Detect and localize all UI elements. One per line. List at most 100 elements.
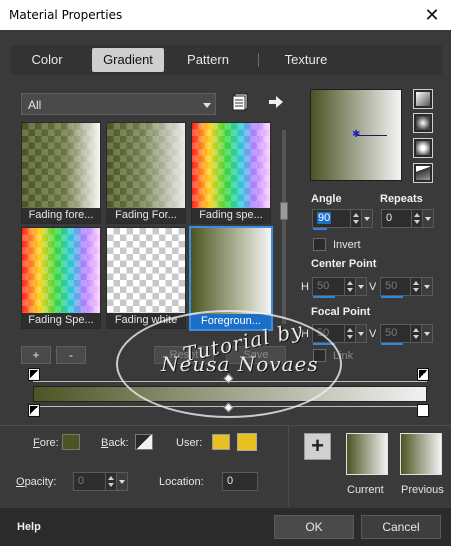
angle-field[interactable]: 90 — [312, 209, 373, 230]
gallery-item-label: Fading Spe... — [22, 313, 100, 328]
arrow-right-icon[interactable] — [268, 94, 284, 110]
gallery-item[interactable]: Fading For... — [106, 122, 186, 224]
angle-slider-bar — [313, 228, 327, 230]
window-title: Material Properties — [9, 8, 123, 22]
center-h-slider-bar — [313, 296, 335, 298]
location-field[interactable]: 0 — [222, 472, 258, 491]
scrollbar-thumb[interactable] — [280, 202, 288, 220]
rectangular-style-icon[interactable] — [413, 113, 433, 133]
linear-style-icon[interactable] — [413, 89, 433, 109]
angle-dropdown-button[interactable] — [361, 209, 373, 228]
user-swatch-large[interactable] — [237, 433, 257, 451]
center-v-value: 50 — [385, 280, 398, 292]
center-h-stepper[interactable] — [344, 278, 355, 295]
close-icon[interactable]: ✕ — [421, 4, 443, 26]
back-label: Back: — [101, 437, 129, 449]
sunburst-style-icon[interactable] — [413, 138, 433, 158]
gradient-swatch — [22, 228, 100, 314]
back-swatch[interactable] — [135, 434, 153, 450]
current-swatch[interactable] — [346, 433, 388, 475]
rectangular-style-swatch — [416, 116, 430, 130]
opacity-dropdown-button[interactable] — [116, 472, 128, 491]
previous-swatch[interactable] — [400, 433, 442, 475]
center-point-label: Center Point — [311, 258, 377, 270]
fore-label: Fore: — [33, 437, 59, 449]
gradient-gallery: Fading fore... Fading For... Fading spe.… — [21, 122, 275, 332]
center-v-dropdown-button[interactable] — [421, 277, 433, 296]
opacity-field[interactable]: 0 — [73, 472, 128, 491]
help-link[interactable]: Help — [17, 521, 41, 533]
title-bar: Material Properties ✕ — [0, 0, 451, 30]
current-label: Current — [347, 484, 384, 496]
tab-texture[interactable]: Texture — [272, 48, 340, 72]
gallery-item[interactable]: Fading Spe... — [21, 227, 101, 329]
scrollbar-track — [282, 130, 286, 324]
center-v-stepper[interactable] — [410, 278, 421, 295]
linear-style-swatch — [416, 92, 430, 106]
center-h-field[interactable]: 50 — [312, 277, 367, 298]
remove-stop-button[interactable]: - — [56, 346, 86, 364]
tab-separator — [258, 53, 259, 67]
color-stop-marker[interactable] — [417, 404, 429, 417]
gallery-item-label: Fading spe... — [192, 208, 270, 223]
invert-label: Invert — [333, 239, 361, 251]
angle-value: 90 — [317, 212, 332, 224]
cancel-button[interactable]: Cancel — [361, 515, 441, 539]
gallery-item[interactable]: Fading white — [106, 227, 186, 329]
chevron-down-icon — [203, 103, 211, 108]
center-v-label: V — [369, 281, 377, 293]
add-to-swatches-button[interactable]: + — [304, 433, 331, 460]
gallery-item[interactable]: Fading spe... — [191, 122, 271, 224]
focal-v-slider-bar — [381, 343, 403, 345]
gradient-swatch — [191, 228, 271, 316]
gradient-swatch — [192, 123, 270, 209]
invert-checkbox[interactable] — [313, 238, 326, 251]
focal-v-stepper[interactable] — [410, 325, 421, 342]
color-stop-marker[interactable] — [28, 404, 40, 417]
fore-swatch[interactable] — [62, 434, 80, 450]
resource-manager-icon[interactable] — [232, 93, 250, 111]
location-value: 0 — [227, 475, 234, 487]
opacity-value: 0 — [78, 475, 85, 487]
center-h-dropdown-button[interactable] — [355, 277, 367, 296]
opacity-stop-marker[interactable] — [28, 368, 40, 381]
focal-v-dropdown-button[interactable] — [421, 324, 433, 343]
gradient-swatch — [22, 123, 100, 209]
ok-button[interactable]: OK — [274, 515, 354, 539]
category-dropdown[interactable]: All — [21, 93, 216, 115]
angle-stepper[interactable] — [350, 210, 361, 227]
tab-gradient[interactable]: Gradient — [92, 48, 164, 72]
opacity-stop-marker[interactable] — [417, 368, 429, 381]
add-stop-button[interactable]: + — [21, 346, 51, 364]
watermark-line-2: Neusa Novaes — [161, 352, 319, 376]
radial-style-swatch — [416, 166, 430, 180]
repeats-field[interactable]: 0 — [381, 209, 434, 228]
center-v-field[interactable]: 50 — [380, 277, 433, 298]
gallery-item[interactable]: Fading fore... — [21, 122, 101, 224]
gallery-scrollbar[interactable] — [278, 122, 290, 332]
tab-bar: Color Gradient Pattern Texture — [10, 45, 442, 75]
opacity-label: Opacity: — [16, 476, 57, 488]
repeats-stepper[interactable] — [411, 210, 422, 227]
gradient-swatch — [107, 228, 185, 314]
opacity-stepper[interactable] — [105, 473, 116, 490]
center-h-value: 50 — [317, 280, 330, 292]
repeats-label: Repeats — [380, 193, 423, 205]
previous-label: Previous — [401, 484, 444, 496]
angle-handle-star-icon[interactable]: ✱ — [352, 130, 360, 140]
focal-v-label: V — [369, 328, 377, 340]
focal-v-field[interactable]: 50 — [380, 324, 433, 345]
focal-point-label: Focal Point — [311, 306, 371, 318]
focal-h-dropdown-button[interactable] — [355, 324, 367, 343]
tab-pattern[interactable]: Pattern — [175, 48, 241, 72]
user-swatch[interactable] — [212, 434, 230, 450]
sunburst-style-swatch — [416, 141, 430, 155]
tab-color[interactable]: Color — [18, 48, 76, 72]
focal-h-stepper[interactable] — [344, 325, 355, 342]
repeats-dropdown-button[interactable] — [422, 209, 434, 228]
gradient-preview[interactable]: ✱ — [310, 89, 402, 181]
angle-handle-line — [356, 135, 387, 136]
gallery-item-label: Fading fore... — [22, 208, 100, 223]
radial-style-icon[interactable] — [413, 163, 433, 183]
dialog-footer: Help OK Cancel — [0, 508, 451, 546]
